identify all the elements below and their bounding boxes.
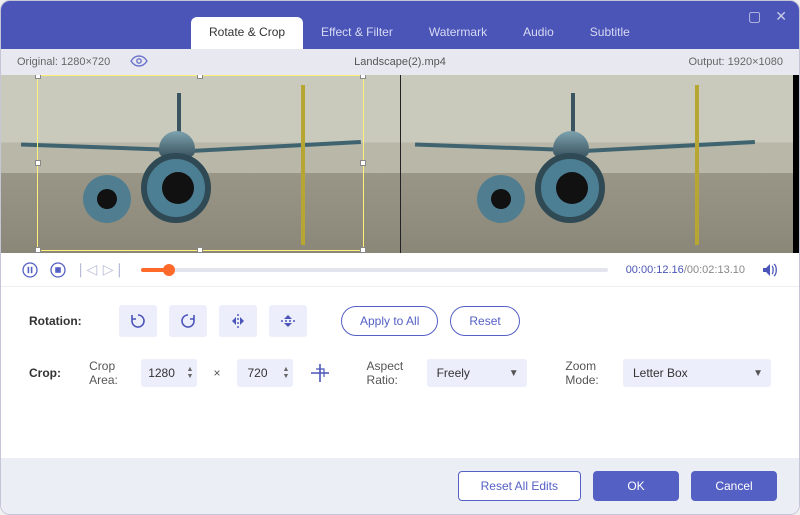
info-strip: Original: 1280×720 Landscape(2).mp4 Outp… [1,49,799,75]
next-frame-button[interactable]: ▷❘ [105,261,123,279]
volume-icon[interactable] [761,261,779,279]
crop-handle-tr[interactable] [360,75,366,79]
preview-output [401,75,800,253]
rotation-label: Rotation: [29,314,107,328]
crop-height-down[interactable]: ▼ [283,373,290,380]
center-crop-button[interactable] [309,359,331,387]
timecode: 00:00:12.16/00:02:13.10 [626,264,745,276]
crop-row: Crop: Crop Area: ▲▼ × ▲▼ Aspect Ratio: F… [29,359,771,387]
window-controls: ▢ ✕ [748,9,787,23]
controls-panel: Rotation: Apply to All Reset Crop: Crop … [1,287,799,409]
zoom-mode-combo[interactable]: Letter Box ▼ [623,359,771,387]
rotation-row: Rotation: Apply to All Reset [29,305,771,337]
crop-frame[interactable] [37,75,364,251]
titlebar: Rotate & Crop Effect & Filter Watermark … [1,1,799,49]
output-size-label: Output: 1920×1080 [689,56,784,68]
aspect-ratio-combo[interactable]: Freely ▼ [427,359,527,387]
chevron-down-icon: ▼ [753,368,763,379]
rotate-right-button[interactable] [169,305,207,337]
reset-rotation-button[interactable]: Reset [450,306,519,336]
crop-area-label: Crop Area: [89,359,124,387]
crop-height-up[interactable]: ▲ [283,366,290,373]
preview-row [1,75,799,253]
flip-vertical-button[interactable] [269,305,307,337]
crop-height-spin[interactable]: ▲▼ [237,359,294,387]
cancel-button[interactable]: Cancel [691,471,777,501]
zoom-mode-value: Letter Box [633,366,688,380]
tab-watermark[interactable]: Watermark [411,17,505,49]
pause-button[interactable] [21,261,39,279]
zoom-mode-label: Zoom Mode: [565,359,607,387]
stop-button[interactable] [49,261,67,279]
prev-frame-button[interactable]: ❘◁ [77,261,95,279]
seek-slider[interactable] [141,268,608,272]
crop-times: × [209,366,224,380]
flip-horizontal-button[interactable] [219,305,257,337]
chevron-down-icon: ▼ [509,368,519,379]
tab-rotate-crop[interactable]: Rotate & Crop [191,17,303,49]
ok-button[interactable]: OK [593,471,679,501]
crop-handle-ml[interactable] [35,160,41,166]
aspect-ratio-value: Freely [437,366,470,380]
preview-eye-icon[interactable] [130,55,148,70]
tab-audio[interactable]: Audio [505,17,572,49]
crop-width-up[interactable]: ▲ [187,366,194,373]
tab-strip: Rotate & Crop Effect & Filter Watermark … [191,1,648,49]
crop-width-input[interactable] [141,366,183,380]
filename-label: Landscape(2).mp4 [354,56,446,68]
crop-width-down[interactable]: ▼ [187,373,194,380]
crop-handle-tm[interactable] [197,75,203,79]
editor-window: Rotate & Crop Effect & Filter Watermark … [0,0,800,515]
player-bar: ❘◁ ▷❘ 00:00:12.16/00:02:13.10 [1,253,799,287]
apply-to-all-button[interactable]: Apply to All [341,306,438,336]
footer: Reset All Edits OK Cancel [1,458,799,514]
rotate-left-button[interactable] [119,305,157,337]
crop-handle-tl[interactable] [35,75,41,79]
original-size-label: Original: 1280×720 [17,56,110,68]
maximize-icon[interactable]: ▢ [748,9,761,23]
crop-handle-bl[interactable] [35,247,41,253]
aspect-ratio-label: Aspect Ratio: [367,359,411,387]
tab-effect-filter[interactable]: Effect & Filter [303,17,411,49]
crop-handle-br[interactable] [360,247,366,253]
crop-height-input[interactable] [237,366,279,380]
crop-handle-mr[interactable] [360,160,366,166]
crop-label: Crop: [29,366,77,380]
seek-knob[interactable] [163,264,175,276]
crop-width-spin[interactable]: ▲▼ [141,359,198,387]
preview-original[interactable] [1,75,401,253]
reset-all-edits-button[interactable]: Reset All Edits [458,471,581,501]
tab-subtitle[interactable]: Subtitle [572,17,648,49]
close-icon[interactable]: ✕ [775,9,787,23]
crop-handle-bm[interactable] [197,247,203,253]
